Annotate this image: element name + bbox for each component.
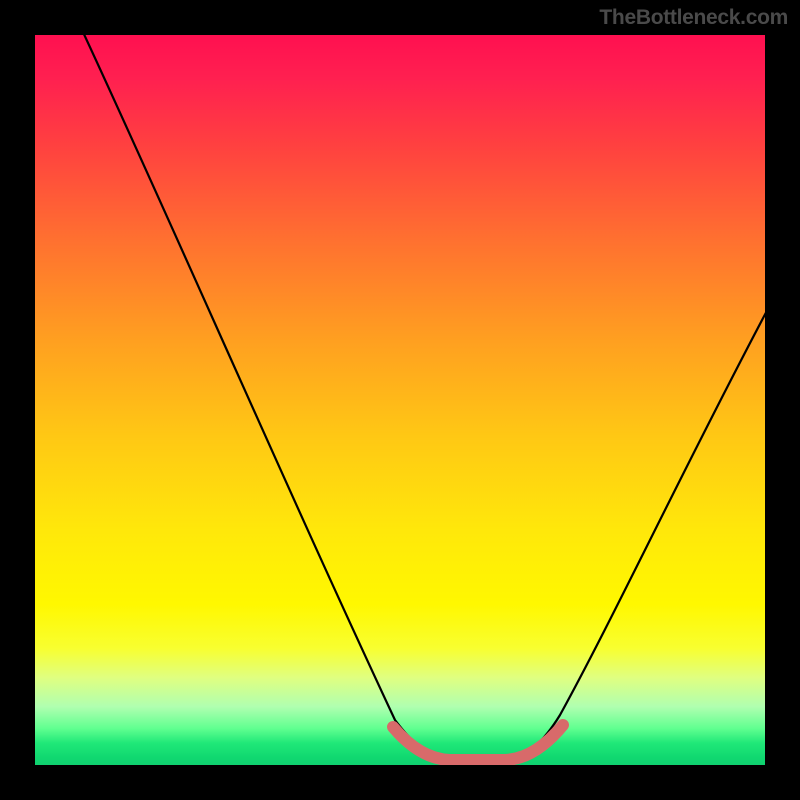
chart-frame: TheBottleneck.com xyxy=(0,0,800,800)
bottleneck-curve xyxy=(75,35,765,761)
curve-layer xyxy=(35,35,765,765)
optimal-zone-highlight xyxy=(393,725,563,760)
attribution-watermark: TheBottleneck.com xyxy=(599,6,788,30)
plot-area xyxy=(35,35,765,765)
